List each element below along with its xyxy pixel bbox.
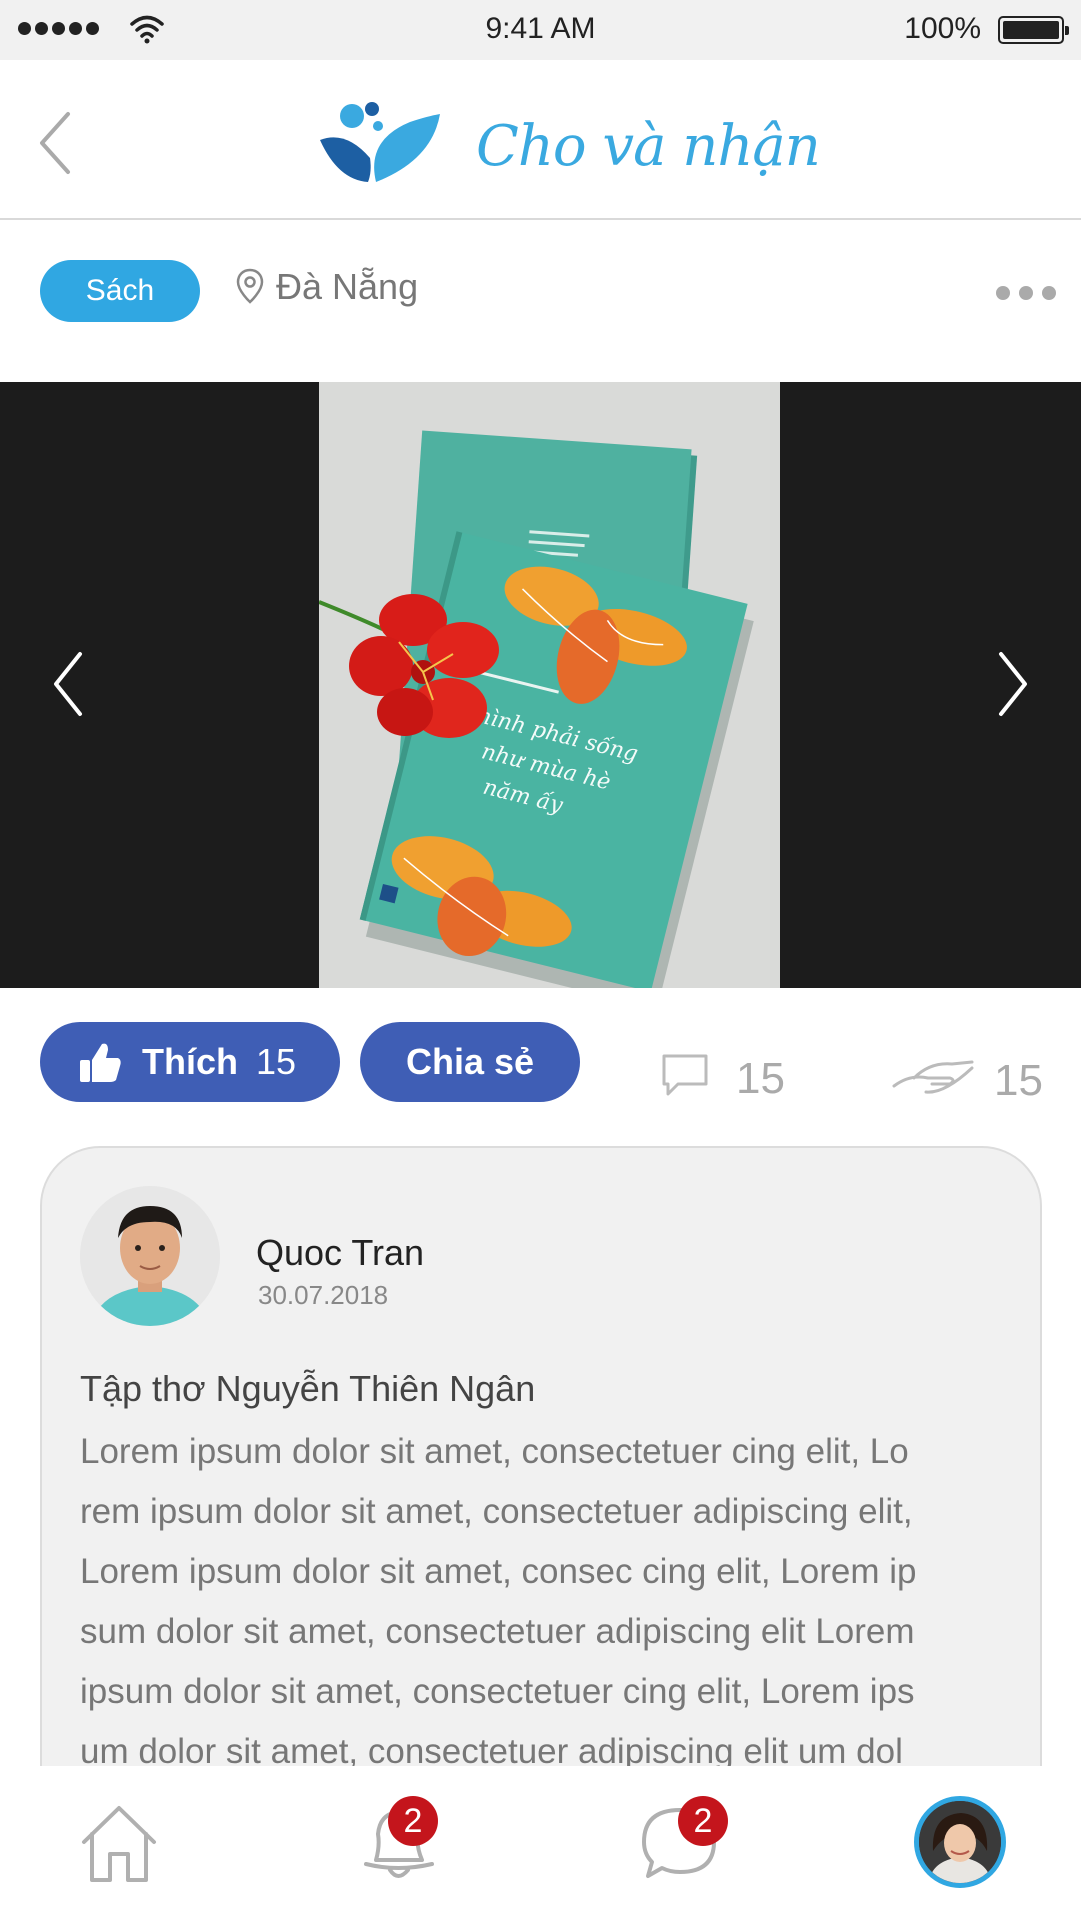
post-photo: mình phải sống như mùa hè năm ấy [319, 382, 780, 988]
back-button[interactable] [30, 108, 80, 178]
messages-badge: 2 [678, 1796, 728, 1846]
comment-icon[interactable] [660, 1052, 710, 1098]
post-body-line: um dolor sit amet, consectetuer adipisci… [80, 1732, 903, 1766]
dot-icon [1042, 286, 1056, 300]
post-body-line: Lorem ipsum dolor sit amet, consectetuer… [80, 1432, 909, 1471]
giving-hand-icon[interactable] [892, 1056, 976, 1096]
post-body: Lorem ipsum dolor sit amet, consectetuer… [80, 1422, 1010, 1766]
notifications-badge: 2 [388, 1796, 438, 1846]
home-icon[interactable] [78, 1802, 160, 1884]
share-button[interactable]: Chia sẻ [360, 1022, 580, 1102]
comment-count: 15 [736, 1054, 785, 1103]
post-body-line: ipsum dolor sit amet, consectetuer cing … [80, 1672, 915, 1711]
bottom-nav: 2 2 [0, 1766, 1081, 1921]
post-date: 30.07.2018 [258, 1280, 389, 1310]
app-header: Cho và nhận [0, 60, 1081, 220]
post-body-line: sum dolor sit amet, consectetuer adipisc… [80, 1612, 915, 1651]
app-logo-icon [320, 102, 440, 182]
post-body-line: Lorem ipsum dolor sit amet, consec cing … [80, 1552, 917, 1591]
author-avatar[interactable] [80, 1186, 220, 1326]
image-carousel[interactable]: mình phải sống như mùa hè năm ấy [0, 382, 1081, 988]
status-bar: 9:41 AM 100% [0, 0, 1081, 60]
like-count: 15 [256, 1041, 297, 1082]
give-count: 15 [994, 1056, 1043, 1105]
battery-icon [998, 16, 1069, 44]
like-label: Thích [142, 1041, 238, 1082]
post-title: Tập thơ Nguyễn Thiên Ngân [80, 1368, 536, 1409]
location-label: Đà Nẵng [276, 266, 419, 307]
dot-icon [1019, 286, 1033, 300]
dot-icon [996, 286, 1010, 300]
more-options-button[interactable] [996, 286, 1056, 300]
notifications-tab[interactable]: 2 [352, 1796, 442, 1888]
post-card: Quoc Tran 30.07.2018 Tập thơ Nguyễn Thiê… [40, 1146, 1042, 1766]
location-pin-icon [236, 268, 264, 304]
post-body-line: rem ipsum dolor sit amet, consectetuer a… [80, 1492, 913, 1531]
app-title: Cho và nhận [476, 114, 821, 179]
messages-tab[interactable]: 2 [636, 1796, 728, 1888]
category-tag[interactable]: Sách [40, 260, 200, 322]
profile-avatar[interactable] [914, 1796, 1006, 1888]
like-button[interactable]: Thích 15 [40, 1022, 340, 1102]
carousel-prev-button[interactable] [46, 644, 96, 724]
battery-percent: 100% [904, 12, 981, 45]
thumbs-up-icon [80, 1043, 121, 1082]
carousel-next-button[interactable] [985, 644, 1035, 724]
author-name[interactable]: Quoc Tran [256, 1232, 424, 1274]
